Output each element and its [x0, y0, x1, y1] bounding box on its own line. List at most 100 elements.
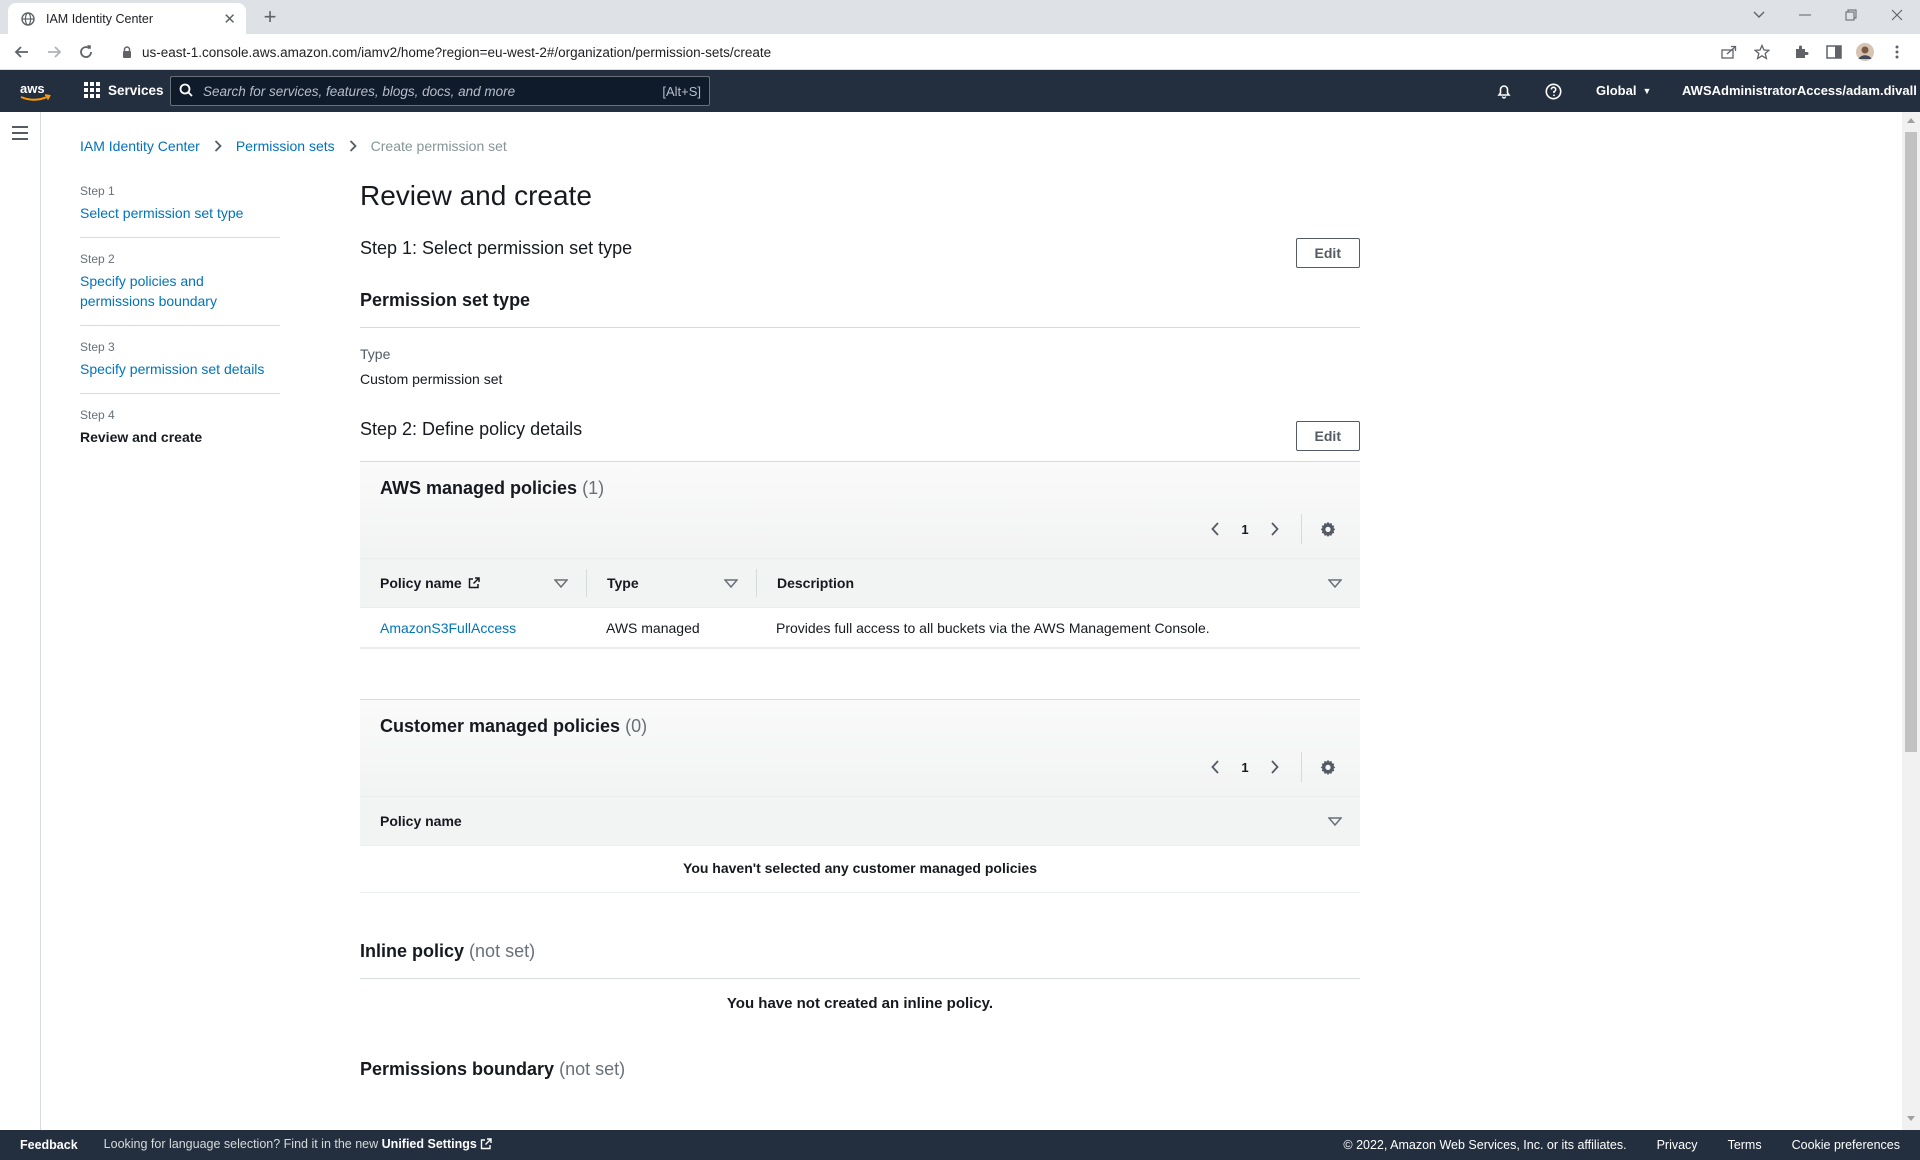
page-number[interactable]: 1 — [1225, 760, 1265, 775]
column-header-policy-name[interactable]: Policy name — [360, 807, 1360, 835]
page-number[interactable]: 1 — [1225, 522, 1265, 537]
policy-link[interactable]: AmazonS3FullAccess — [380, 620, 516, 636]
browser-toolbar: us-east-1.console.aws.amazon.com/iamv2/h… — [0, 34, 1920, 70]
column-header-description[interactable]: Description — [756, 569, 1360, 597]
browser-menu-icon[interactable] — [1888, 43, 1906, 61]
permissions-boundary-title: Permissions boundary (not set) — [360, 1059, 1360, 1080]
back-icon[interactable] — [8, 38, 36, 66]
language-notice-text: Looking for language selection? Find it … — [103, 1137, 379, 1151]
step-current-review: Review and create — [80, 429, 203, 445]
scrollbar-thumb[interactable] — [1905, 132, 1917, 752]
section-status: (not set) — [469, 941, 536, 961]
gear-icon[interactable] — [1318, 519, 1338, 539]
wizard-steps: Step 1 Select permission set type Step 2… — [80, 184, 280, 475]
gear-icon[interactable] — [1318, 757, 1338, 777]
account-menu[interactable]: AWSAdministratorAccess/adam.divall ▼ — [1682, 83, 1920, 98]
pagination: 1 — [1205, 514, 1338, 544]
sort-caret-icon[interactable] — [554, 578, 568, 588]
wizard-step-1: Step 1 Select permission set type — [80, 184, 280, 238]
step-number: Step 2 — [80, 252, 115, 266]
chevron-left-icon[interactable] — [1205, 757, 1225, 777]
unified-settings-link[interactable]: Unified Settings — [382, 1137, 477, 1151]
address-bar[interactable]: us-east-1.console.aws.amazon.com/iamv2/h… — [110, 38, 1790, 66]
help-icon[interactable] — [1543, 81, 1563, 101]
column-header-policy-name[interactable]: Policy name — [360, 569, 586, 597]
restore-icon[interactable] — [1828, 0, 1874, 30]
wizard-step-4: Step 4 Review and create — [80, 408, 280, 461]
feedback-link[interactable]: Feedback — [20, 1138, 78, 1152]
column-label: Type — [607, 575, 639, 591]
inline-policy-section: Inline policy (not set) You have not cre… — [360, 941, 1360, 1025]
divider — [360, 327, 1360, 328]
minimize-icon[interactable] — [1782, 0, 1828, 30]
edit-step1-button[interactable]: Edit — [1295, 238, 1360, 268]
search-input[interactable] — [203, 83, 663, 99]
share-icon[interactable] — [1720, 43, 1738, 61]
step-link-specify-policies[interactable]: Specify policies and permissions boundar… — [80, 271, 230, 311]
step1-title: Step 1: Select permission set type — [360, 237, 633, 258]
step-link-select-type[interactable]: Select permission set type — [80, 203, 280, 223]
close-window-icon[interactable] — [1874, 0, 1920, 30]
profile-avatar[interactable] — [1856, 43, 1874, 61]
scroll-down-icon[interactable] — [1907, 1116, 1915, 1121]
table-count: (1) — [582, 478, 605, 498]
aws-managed-policies-title: AWS managed policies (1) — [380, 478, 1340, 499]
caret-down-icon: ▼ — [1642, 85, 1652, 96]
url-text: us-east-1.console.aws.amazon.com/iamv2/h… — [142, 44, 772, 60]
step2-title: Step 2: Define policy details — [360, 418, 583, 439]
step-number: Step 3 — [80, 340, 115, 354]
external-link-icon — [480, 1138, 492, 1153]
breadcrumb: IAM Identity Center Permission sets Crea… — [80, 138, 507, 154]
breadcrumb-iam-identity-center[interactable]: IAM Identity Center — [80, 138, 200, 154]
sort-caret-icon[interactable] — [1328, 578, 1342, 588]
services-label: Services — [108, 82, 164, 98]
type-value: Custom permission set — [360, 371, 503, 387]
table-title-text: AWS managed policies — [380, 478, 578, 498]
services-menu[interactable]: Services — [84, 82, 164, 98]
cookie-preferences-link[interactable]: Cookie preferences — [1792, 1138, 1900, 1152]
region-label: Global — [1596, 83, 1637, 98]
new-tab-icon[interactable]: + — [258, 5, 282, 29]
step-link-specify-details[interactable]: Specify permission set details — [80, 359, 280, 379]
edit-step2-button[interactable]: Edit — [1295, 421, 1360, 451]
privacy-link[interactable]: Privacy — [1657, 1138, 1698, 1152]
chevron-right-icon[interactable] — [1265, 519, 1285, 539]
extensions-icon[interactable] — [1792, 43, 1810, 61]
column-header-type[interactable]: Type — [586, 569, 756, 597]
wizard-step-3: Step 3 Specify permission set details — [80, 340, 280, 394]
divider — [1301, 752, 1302, 782]
browser-tab[interactable]: IAM Identity Center ✕ — [8, 3, 246, 34]
search-box[interactable]: [Alt+S] — [170, 76, 710, 106]
page-scrollbar[interactable] — [1902, 112, 1920, 1130]
close-tab-icon[interactable]: ✕ — [223, 10, 236, 28]
permission-set-type-title: Permission set type — [360, 290, 531, 310]
search-shortcut: [Alt+S] — [662, 83, 701, 99]
notifications-bell-icon[interactable] — [1494, 81, 1514, 101]
table-count: (0) — [625, 716, 648, 736]
sort-caret-icon[interactable] — [724, 578, 738, 588]
region-selector[interactable]: Global ▼ — [1596, 83, 1651, 98]
hamburger-menu-icon[interactable] — [12, 126, 28, 140]
aws-logo[interactable]: aws — [18, 80, 52, 104]
empty-state-message: You have not created an inline policy. — [726, 995, 994, 1012]
empty-state-message: You haven't selected any customer manage… — [683, 860, 1037, 876]
sort-caret-icon[interactable] — [1328, 816, 1342, 826]
pagination: 1 — [1205, 752, 1338, 782]
bookmark-star-icon[interactable] — [1753, 43, 1771, 61]
table-head-row: Policy name — [360, 796, 1360, 846]
chevron-left-icon[interactable] — [1205, 519, 1225, 539]
terms-link[interactable]: Terms — [1728, 1138, 1762, 1152]
type-key: Type — [360, 346, 391, 362]
scroll-up-icon[interactable] — [1907, 118, 1915, 123]
side-panel-icon[interactable] — [1825, 43, 1843, 61]
forward-icon[interactable] — [40, 38, 68, 66]
console-footer: Feedback Looking for language selection?… — [0, 1130, 1920, 1160]
reload-icon[interactable] — [72, 38, 100, 66]
breadcrumb-current: Create permission set — [370, 138, 507, 154]
chevron-right-icon[interactable] — [1265, 757, 1285, 777]
globe-icon — [20, 11, 36, 27]
tab-search-icon[interactable] — [1736, 0, 1782, 30]
breadcrumb-permission-sets[interactable]: Permission sets — [236, 138, 335, 154]
customer-managed-policies-title: Customer managed policies (0) — [380, 716, 1340, 737]
tab-title: IAM Identity Center — [46, 11, 153, 26]
